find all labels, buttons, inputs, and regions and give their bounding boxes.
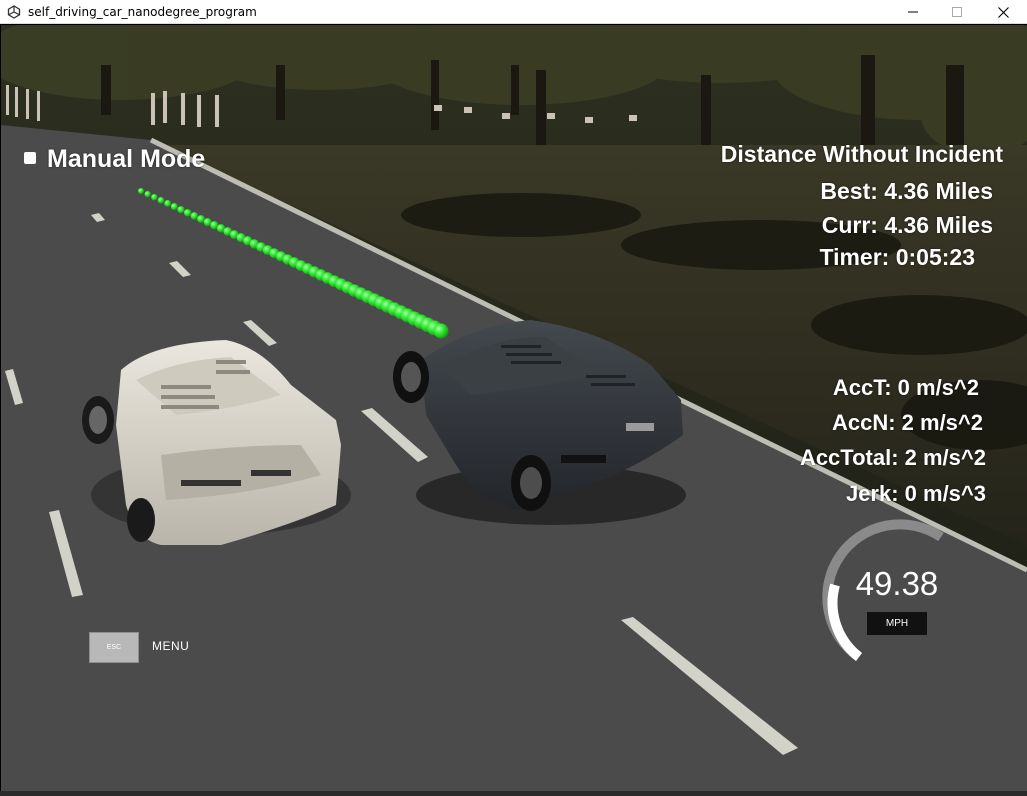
esc-menu-button[interactable]: ESC: [89, 632, 139, 663]
tangential-acceleration: AccT: 0 m/s^2: [832, 375, 979, 400]
path-waypoint: [190, 212, 199, 220]
taskbar-edge: [0, 791, 1027, 796]
speed-value: 49.38: [855, 565, 939, 602]
total-acceleration: AccTotal: 2 m/s^2: [799, 445, 986, 470]
best-distance: Best: 4.36 Miles: [820, 178, 993, 204]
path-waypoint: [144, 191, 151, 198]
path-waypoint: [151, 194, 158, 201]
jerk: Jerk: 0 m/s^3: [845, 481, 986, 506]
path-waypoint: [433, 323, 449, 339]
speed-unit: MPH: [867, 612, 927, 635]
path-waypoint: [183, 209, 192, 217]
distance-title: Distance Without Incident: [720, 141, 1003, 167]
window-title-bar: self_driving_car_nanodegree_program: [0, 0, 1027, 24]
current-distance: Curr: 4.36 Miles: [821, 212, 993, 238]
manual-mode-checkbox[interactable]: [24, 152, 36, 164]
window-title: self_driving_car_nanodegree_program: [28, 5, 257, 19]
minimize-icon: [908, 11, 918, 13]
maximize-button[interactable]: [934, 0, 980, 24]
path-waypoint: [157, 197, 165, 204]
close-icon: [997, 6, 1009, 18]
path-waypoint: [177, 206, 185, 214]
close-button[interactable]: [980, 0, 1026, 24]
maximize-icon: [952, 7, 962, 17]
menu-label[interactable]: MENU: [152, 639, 189, 653]
timer: Timer: 0:05:23: [819, 244, 975, 270]
minimize-button[interactable]: [890, 0, 936, 24]
normal-acceleration: AccN: 2 m/s^2: [831, 410, 983, 435]
manual-mode-label: Manual Mode: [47, 145, 206, 173]
driving-scene: [1, 25, 1027, 791]
path-waypoint: [138, 188, 144, 194]
path-waypoint: [164, 200, 172, 207]
game-viewport[interactable]: Manual Mode Distance Without Incident Be…: [1, 25, 1027, 791]
unity-app-icon: [7, 5, 21, 19]
esc-label: ESC: [106, 644, 122, 651]
path-waypoint: [170, 203, 178, 211]
